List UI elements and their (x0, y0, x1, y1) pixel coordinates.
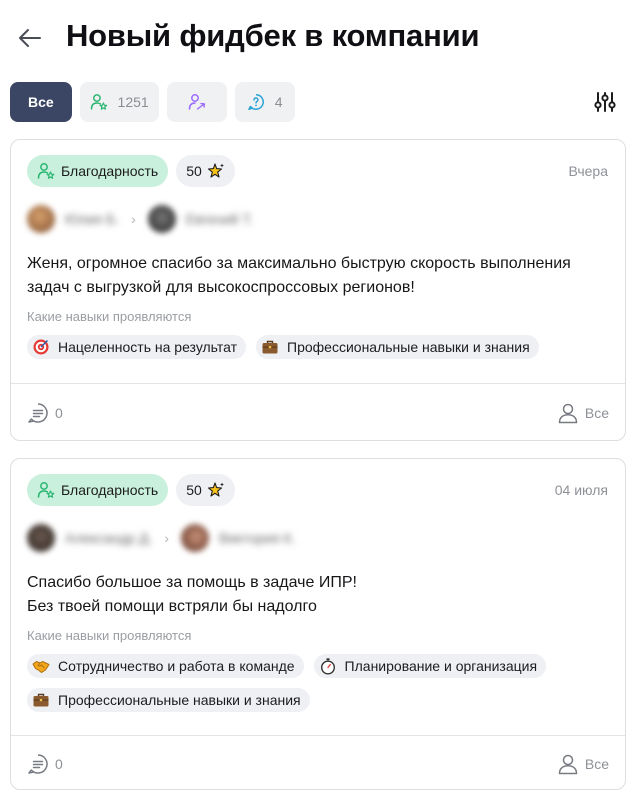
skills-label: Какие навыки проявляются (27, 309, 192, 324)
handshake-icon (32, 657, 50, 675)
filter-all-label: Все (28, 94, 54, 110)
avatar[interactable] (27, 205, 55, 233)
filter-bar: Все 1251 4 (10, 82, 295, 122)
sparkle-star-icon (207, 163, 224, 178)
page-title: Новый фидбек в компании (66, 18, 480, 53)
skill-tag: Нацеленность на результат (27, 335, 247, 359)
question-bubble-icon (247, 94, 264, 111)
avatar[interactable] (27, 524, 55, 552)
user-star-icon (37, 163, 55, 179)
back-button[interactable] (14, 24, 46, 52)
feedback-date: Вчера (568, 163, 608, 179)
stopwatch-icon (319, 657, 337, 675)
comments-count: 0 (55, 405, 63, 421)
card-divider (11, 735, 625, 736)
feedback-type-label: Благодарность (61, 482, 159, 498)
sender-name[interactable]: Юлия Б. (65, 211, 119, 227)
card-divider (11, 383, 625, 384)
filter-questions-count: 4 (274, 94, 283, 110)
feedback-message: Женя, огромное спасибо за максимально бы… (27, 252, 571, 300)
comments-button[interactable]: 0 (27, 402, 63, 424)
skill-tag: Планирование и организация (313, 654, 547, 678)
skills-label: Какие навыки проявляются (27, 628, 192, 643)
filter-all[interactable]: Все (10, 82, 72, 122)
feedback-type-badge: Благодарность (27, 474, 169, 506)
skill-label: Планирование и организация (344, 658, 538, 674)
sender-name[interactable]: Александр Д. (65, 530, 152, 546)
user-star-icon (90, 94, 107, 110)
filter-thanks-count: 1251 (117, 94, 149, 110)
message-line: Женя, огромное спасибо за максимально бы… (27, 255, 571, 272)
visibility-button[interactable]: Все (557, 402, 609, 424)
briefcase-icon (261, 338, 279, 356)
feedback-date: 04 июля (554, 482, 608, 498)
chevron-right-icon: › (164, 530, 169, 546)
comments-count: 0 (55, 756, 63, 772)
feedback-participants: Александр Д. › Виктория К. (27, 523, 296, 553)
feedback-type-label: Благодарность (61, 163, 159, 179)
skills-list: Нацеленность на результат Профессиональн… (27, 335, 607, 359)
target-icon (32, 338, 50, 356)
recipient-name[interactable]: Виктория К. (219, 530, 296, 546)
skill-tag: Профессиональные навыки и знания (256, 335, 539, 359)
comments-button[interactable]: 0 (27, 753, 63, 775)
feedback-type-badge: Благодарность (27, 155, 169, 187)
arrow-left-icon (19, 29, 41, 47)
chevron-right-icon: › (131, 211, 136, 227)
feedback-participants: Юлия Б. › Евгений Т. (27, 204, 253, 234)
message-line: Без твоей помощи встряли бы надолго (27, 598, 317, 615)
filter-questions[interactable]: 4 (234, 82, 295, 122)
briefcase-icon (32, 691, 50, 709)
points-badge: 50 (176, 474, 235, 506)
visibility-label: Все (584, 756, 609, 772)
feedback-message: Спасибо большое за помощь в задаче ИПР! … (27, 571, 357, 619)
recipient-name[interactable]: Евгений Т. (186, 211, 254, 227)
skill-label: Сотрудничество и работа в команде (58, 658, 295, 674)
comment-bubble-icon (28, 403, 48, 423)
visibility-button[interactable]: Все (557, 753, 609, 775)
feedback-card[interactable]: Благодарность 50 04 июля Александр Д. › … (10, 458, 626, 790)
avatar[interactable] (147, 205, 176, 233)
user-outline-icon (558, 403, 578, 424)
points-badge: 50 (176, 155, 235, 187)
sliders-icon (594, 92, 616, 112)
skills-list: Сотрудничество и работа в команде Планир… (27, 654, 607, 712)
feedback-card[interactable]: Благодарность 50 Вчера Юлия Б. › Евгений… (10, 139, 626, 441)
skill-label: Профессиональные навыки и знания (58, 692, 301, 708)
user-request-icon (188, 94, 205, 110)
header: Новый фидбек в компании (0, 0, 635, 80)
message-line: Спасибо большое за помощь в задаче ИПР! (27, 574, 357, 591)
skill-label: Нацеленность на результат (58, 339, 238, 355)
visibility-label: Все (584, 405, 609, 421)
user-star-icon (37, 482, 55, 498)
points-value: 50 (186, 482, 202, 498)
filter-thanks[interactable]: 1251 (79, 82, 159, 122)
skill-label: Профессиональные навыки и знания (287, 339, 530, 355)
skill-tag: Сотрудничество и работа в команде (27, 654, 304, 678)
message-line: задач с выгрузкой для высокоспроссовых р… (27, 279, 415, 296)
comment-bubble-icon (28, 754, 48, 774)
skill-tag: Профессиональные навыки и знания (27, 688, 310, 712)
avatar[interactable] (180, 524, 209, 552)
user-outline-icon (558, 754, 578, 775)
filter-requests[interactable] (166, 82, 227, 122)
sparkle-star-icon (207, 482, 224, 497)
points-value: 50 (186, 163, 202, 179)
filter-settings-button[interactable] (590, 88, 620, 116)
